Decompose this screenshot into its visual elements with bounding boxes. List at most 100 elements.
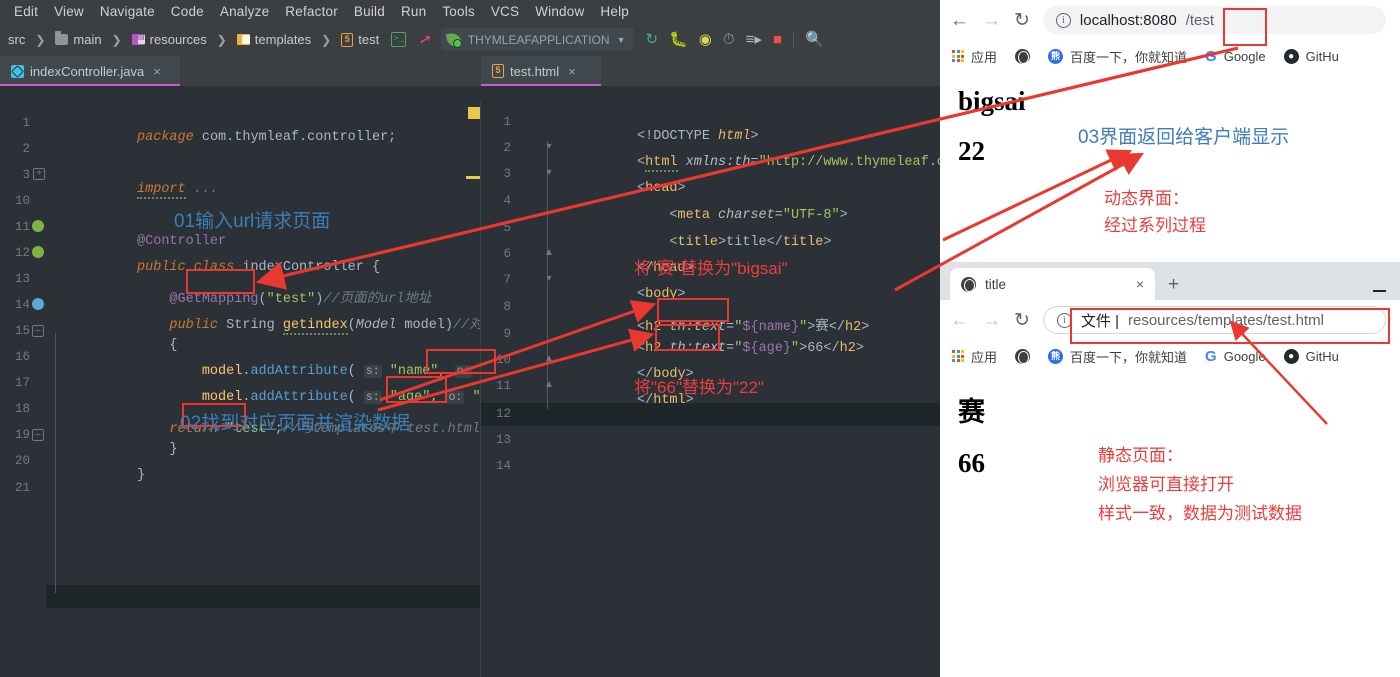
bookmark-apps[interactable]: 应用 bbox=[952, 47, 997, 66]
line-number: 17 bbox=[0, 376, 30, 390]
spring-mapping-gutter-icon[interactable] bbox=[32, 298, 44, 310]
highlight-box-file-url bbox=[1070, 308, 1390, 344]
reload-icon[interactable]: ↻ bbox=[1014, 311, 1030, 330]
back-icon[interactable]: ← bbox=[950, 311, 969, 330]
folder-icon-main bbox=[55, 34, 68, 45]
tab-index-controller-java[interactable]: indexController.java × bbox=[0, 56, 180, 86]
close-icon[interactable]: × bbox=[1136, 276, 1144, 292]
breadcrumb-templates[interactable]: templates bbox=[255, 32, 311, 47]
menu-item-navigate[interactable]: Navigate bbox=[92, 4, 163, 19]
url-host: localhost:8080 bbox=[1080, 12, 1177, 29]
breadcrumb-src[interactable]: src bbox=[8, 32, 25, 47]
address-bar-dynamic[interactable]: i localhost:8080/test bbox=[1043, 6, 1386, 34]
menu-item-window[interactable]: Window bbox=[527, 4, 592, 19]
bookmark-google[interactable]: G Google bbox=[1205, 349, 1266, 364]
annotation-static-line2: 浏览器可直接打开 bbox=[1098, 474, 1234, 496]
terminal-icon[interactable]: >_ bbox=[391, 32, 406, 47]
info-icon[interactable]: i bbox=[1056, 13, 1071, 28]
line-number: 12 bbox=[481, 407, 511, 421]
fold-collapse-icon[interactable]: ▾ bbox=[543, 142, 555, 154]
forward-icon[interactable]: → bbox=[982, 11, 1001, 30]
menu-item-refactor[interactable]: Refactor bbox=[277, 4, 346, 19]
close-icon[interactable]: × bbox=[153, 64, 161, 79]
tab-active-underline bbox=[481, 84, 601, 87]
rerun-icon[interactable]: ↻ bbox=[646, 32, 659, 47]
highlight-box-url-test bbox=[1223, 8, 1267, 46]
bookmark-github[interactable]: ● GitHu bbox=[1284, 49, 1339, 64]
bookmark-globe[interactable] bbox=[1015, 349, 1030, 364]
new-tab-icon[interactable]: + bbox=[1168, 274, 1179, 296]
current-line-highlight bbox=[46, 585, 481, 608]
fold-expand-icon[interactable]: + bbox=[33, 168, 45, 180]
bookmark-baidu[interactable]: 熊 百度一下，你就知道 bbox=[1048, 347, 1187, 366]
line-number: 2 bbox=[0, 142, 30, 156]
line-number: 6 bbox=[481, 247, 511, 261]
page-heading-name: bigsai bbox=[958, 86, 1400, 117]
globe-icon bbox=[1015, 349, 1030, 364]
fold-collapse-icon[interactable]: ▾ bbox=[543, 168, 555, 180]
back-icon[interactable]: ← bbox=[950, 11, 969, 30]
fold-collapse-icon[interactable]: ▲ bbox=[543, 380, 555, 392]
build-hammer-icon[interactable]: ➚ bbox=[418, 31, 433, 48]
run-coverage-icon[interactable]: ◉ bbox=[699, 32, 712, 47]
bookmark-label: 百度一下，你就知道 bbox=[1070, 347, 1187, 366]
run-configuration-name: THYMLEAFAPPLICATION bbox=[468, 33, 610, 47]
folder-icon-resources bbox=[132, 34, 145, 45]
line-number: 21 bbox=[0, 481, 30, 495]
line-number: 11 bbox=[0, 220, 30, 234]
bookmark-github[interactable]: ● GitHu bbox=[1284, 349, 1339, 364]
menu-item-help[interactable]: Help bbox=[592, 4, 637, 19]
code-line-3: import ... bbox=[56, 167, 218, 212]
minimize-icon[interactable] bbox=[1373, 290, 1386, 292]
browser-window-static[interactable]: title × + ← → ↻ i 文件 | resources/templat… bbox=[940, 262, 1400, 677]
run-configuration-selector[interactable]: THYMLEAFAPPLICATION ▼ bbox=[441, 28, 634, 51]
profiler-icon[interactable]: ⏱ bbox=[723, 32, 735, 47]
close-icon[interactable]: × bbox=[568, 64, 576, 79]
baidu-icon: 熊 bbox=[1048, 49, 1063, 64]
chevron-down-icon[interactable]: ▼ bbox=[617, 35, 626, 45]
menu-item-vcs[interactable]: VCS bbox=[483, 4, 527, 19]
menu-item-edit[interactable]: Edit bbox=[6, 4, 46, 19]
forward-icon[interactable]: → bbox=[982, 311, 1001, 330]
bookmark-apps[interactable]: 应用 bbox=[952, 347, 997, 366]
chevron-right-icon-1: ❯ bbox=[35, 33, 45, 47]
annotation-step-02: 02找到对应页面并渲染数据 bbox=[180, 412, 410, 436]
fold-collapse-icon[interactable]: − bbox=[32, 325, 44, 337]
menu-item-build[interactable]: Build bbox=[346, 4, 393, 19]
fold-collapse-icon[interactable]: ▲ bbox=[543, 354, 555, 366]
google-icon: G bbox=[1205, 349, 1217, 364]
browser-tab-title[interactable]: title × bbox=[950, 268, 1155, 300]
spring-bean-gutter-icon[interactable] bbox=[32, 246, 44, 258]
editor-area: 1 2 3 10 11 12 13 14 15 16 17 18 19 20 2… bbox=[0, 101, 940, 677]
debug-icon[interactable]: 🐛 bbox=[669, 32, 688, 47]
breadcrumb-main[interactable]: main bbox=[73, 32, 101, 47]
run-toolbar: ↻ 🐛 ◉ ⏱ ≡▸ ■ 🔍 bbox=[646, 32, 824, 48]
menu-item-tools[interactable]: Tools bbox=[434, 4, 483, 19]
minimap-marker-2 bbox=[466, 176, 481, 179]
reload-icon[interactable]: ↻ bbox=[1014, 11, 1030, 30]
bookmark-google[interactable]: G Google bbox=[1205, 49, 1266, 64]
menu-item-view[interactable]: View bbox=[46, 4, 92, 19]
bookmark-baidu[interactable]: 熊 百度一下，你就知道 bbox=[1048, 47, 1187, 66]
tab-test-html[interactable]: 5 test.html × bbox=[481, 56, 601, 86]
bookmarks-bar-dynamic: 应用 熊 百度一下，你就知道 G Google ● GitHu bbox=[940, 40, 1400, 72]
tab-title: title bbox=[985, 277, 1006, 292]
fold-collapse-icon[interactable]: − bbox=[32, 429, 44, 441]
bookmark-globe[interactable] bbox=[1015, 49, 1030, 64]
spring-bean-gutter-icon[interactable] bbox=[32, 220, 44, 232]
menu-item-code[interactable]: Code bbox=[163, 4, 212, 19]
search-icon[interactable]: 🔍 bbox=[805, 32, 824, 47]
intellij-window: Edit View Navigate Code Analyze Refactor… bbox=[0, 0, 940, 677]
line-number: 12 bbox=[0, 246, 30, 260]
fold-collapse-icon[interactable]: ▾ bbox=[543, 274, 555, 286]
line-number: 13 bbox=[481, 433, 511, 447]
breadcrumb-resources[interactable]: resources bbox=[150, 32, 207, 47]
menu-item-analyze[interactable]: Analyze bbox=[212, 4, 277, 19]
fold-collapse-icon[interactable]: ▲ bbox=[543, 248, 555, 260]
menu-item-run[interactable]: Run bbox=[393, 4, 434, 19]
run-dashboard-icon[interactable]: ≡▸ bbox=[746, 32, 762, 47]
line-number: 14 bbox=[0, 298, 30, 312]
screenshot-root: Edit View Navigate Code Analyze Refactor… bbox=[0, 0, 1400, 677]
breadcrumb-test[interactable]: test bbox=[358, 32, 379, 47]
stop-icon[interactable]: ■ bbox=[773, 32, 782, 47]
